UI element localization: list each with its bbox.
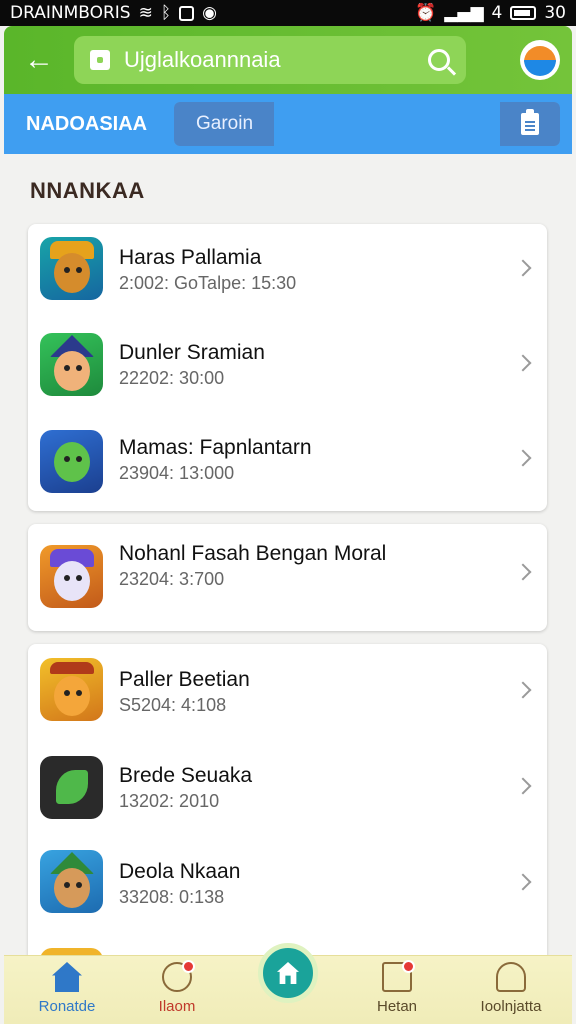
game-name: Mamas: Fapnlantarn bbox=[119, 436, 312, 459]
nav-label: Ilaom bbox=[158, 998, 196, 1015]
status-bar: DRAINMBORIS ≋ ᛒ ◉ ⏰ ▂▄▆ 4 30 bbox=[0, 0, 576, 26]
tab-bar-title: NADOASIAA bbox=[26, 112, 148, 135]
game-icon-archer bbox=[40, 850, 103, 913]
game-name: Dunler Sramian bbox=[119, 341, 265, 364]
nav-label: Ioolnjatta bbox=[480, 998, 542, 1015]
game-group-card: Haras Pallamia 2:002: GoTalpe: 15:30 Dun… bbox=[28, 224, 547, 511]
house-icon bbox=[277, 962, 299, 984]
game-name: Haras Pallamia bbox=[119, 246, 262, 269]
search-box[interactable]: Ujglalkoannnaia bbox=[74, 36, 466, 84]
box-icon bbox=[382, 960, 415, 992]
segment-control: Garoin bbox=[174, 102, 560, 146]
status-bar-left: DRAINMBORIS ≋ ᛒ ◉ bbox=[10, 3, 217, 23]
nav-item-hetan[interactable]: Hetan bbox=[342, 960, 452, 1015]
nav-label: Hetan bbox=[376, 998, 418, 1015]
tab-bar: NADOASIAA Garoin bbox=[4, 94, 572, 154]
game-icon-leaf bbox=[40, 756, 103, 819]
game-name: Paller Beetian bbox=[119, 668, 250, 691]
ring-icon bbox=[162, 960, 195, 992]
user-icon bbox=[496, 962, 526, 992]
carrier-text: DRAINMBORIS bbox=[10, 3, 131, 23]
tab-garoin[interactable]: Garoin bbox=[174, 102, 274, 146]
game-icon-warrior bbox=[40, 237, 103, 300]
nav-item-home[interactable]: Ronatde bbox=[12, 962, 122, 1015]
search-text: Ujglalkoannnaia bbox=[124, 47, 281, 72]
game-icon-puzzle bbox=[40, 658, 103, 721]
app-logo-icon[interactable] bbox=[520, 40, 560, 80]
chevron-right-icon bbox=[514, 873, 532, 891]
list-item[interactable]: Mamas: Fapnlantarn 23904: 13:000 bbox=[28, 414, 547, 509]
game-icon-wizard bbox=[40, 333, 103, 396]
game-icon-dragon bbox=[40, 430, 103, 493]
chevron-right-icon bbox=[514, 681, 532, 699]
back-arrow-icon[interactable]: ← bbox=[4, 26, 74, 94]
search-icon[interactable] bbox=[428, 49, 450, 71]
list-item[interactable]: Haras Pallamia 2:002: GoTalpe: 15:30 bbox=[28, 224, 547, 319]
clipboard-button[interactable] bbox=[500, 102, 560, 146]
status-bar-right: ⏰ ▂▄▆ 4 30 bbox=[415, 3, 566, 23]
wifi-icon: ≋ bbox=[138, 3, 153, 23]
game-meta: 2:002: GoTalpe: 15:30 bbox=[119, 273, 297, 293]
chevron-right-icon bbox=[514, 449, 532, 467]
game-group-card: Nohanl Fasah Bengan Moral 23204: 3:700 bbox=[28, 524, 547, 631]
chevron-right-icon bbox=[514, 259, 532, 277]
notification-badge bbox=[182, 960, 195, 973]
center-home-button[interactable] bbox=[258, 943, 318, 1003]
list-item[interactable]: Dunler Sramian 22202: 30:00 bbox=[28, 319, 547, 414]
game-meta: 23204: 3:700 bbox=[119, 569, 225, 589]
home-icon bbox=[52, 962, 82, 992]
app-notification-icon bbox=[179, 5, 195, 21]
list-item[interactable]: Nohanl Fasah Bengan Moral 23204: 3:700 bbox=[28, 524, 547, 631]
list-item[interactable]: Brede Seuaka 13202: 2010 bbox=[28, 740, 547, 836]
nav-item-profile[interactable]: Ioolnjatta bbox=[456, 962, 566, 1015]
game-name: Deola Nkaan bbox=[119, 860, 241, 883]
list-item[interactable]: Deola Nkaan 33208: 0:138 bbox=[28, 836, 547, 932]
chevron-right-icon bbox=[514, 563, 532, 581]
game-name: Nohanl Fasah Bengan Moral bbox=[119, 542, 387, 565]
signal-icon: ▂▄▆ bbox=[444, 3, 484, 23]
game-meta: 22202: 30:00 bbox=[119, 368, 225, 388]
signal-text: 4 bbox=[491, 3, 503, 23]
chevron-right-icon bbox=[514, 777, 532, 795]
game-meta: 33208: 0:138 bbox=[119, 887, 225, 907]
list-item[interactable]: Paller Beetian S5204: 4:108 bbox=[28, 644, 547, 740]
section-title: NNANKAA bbox=[30, 178, 145, 203]
location-icon: ◉ bbox=[202, 3, 217, 23]
game-meta: S5204: 4:108 bbox=[119, 695, 227, 715]
chevron-right-icon bbox=[514, 354, 532, 372]
nav-label: Ronatde bbox=[38, 998, 96, 1015]
game-icon-ghost bbox=[40, 545, 103, 608]
game-meta: 23904: 13:000 bbox=[119, 463, 235, 483]
clipboard-icon bbox=[521, 109, 539, 135]
notification-badge bbox=[402, 960, 415, 973]
bluetooth-icon: ᛒ bbox=[160, 3, 172, 23]
game-meta: 13202: 2010 bbox=[119, 791, 220, 811]
tab-blank[interactable] bbox=[274, 102, 500, 146]
alarm-icon: ⏰ bbox=[415, 3, 437, 23]
battery-icon bbox=[510, 6, 537, 20]
game-group-card: Paller Beetian S5204: 4:108 Brede Seuaka… bbox=[28, 644, 547, 974]
app-bar: ← Ujglalkoannnaia bbox=[4, 26, 572, 94]
bag-icon bbox=[90, 50, 110, 70]
clock-time: 30 bbox=[544, 3, 566, 23]
nav-item-ilaom[interactable]: Ilaom bbox=[122, 960, 232, 1015]
game-name: Brede Seuaka bbox=[119, 764, 253, 787]
